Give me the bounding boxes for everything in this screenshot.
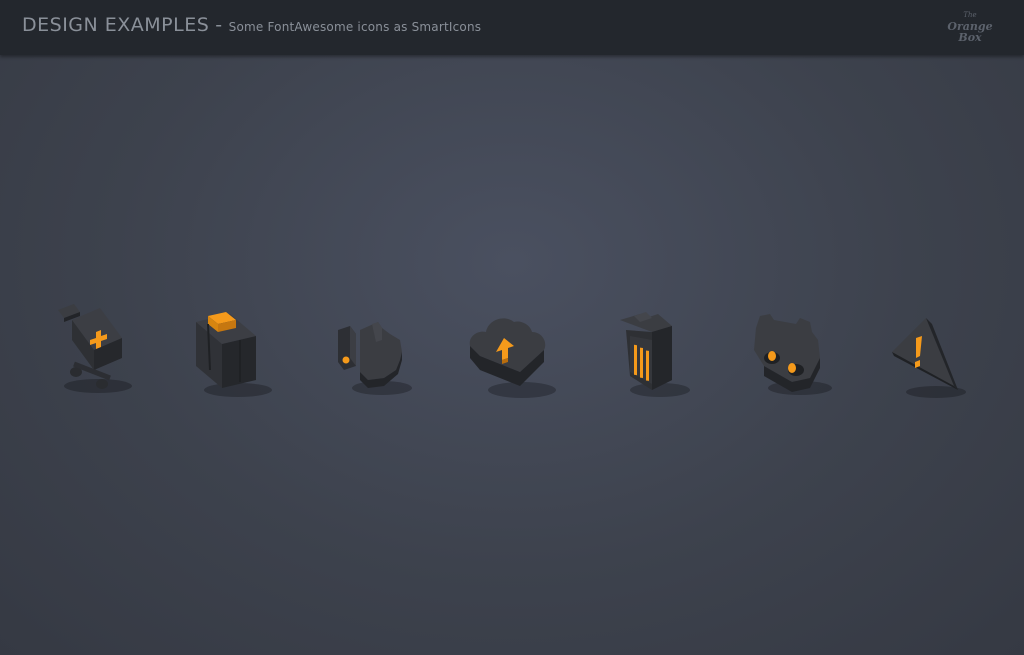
- page-title: DESIGN EXAMPLES - Some FontAwesome icons a…: [22, 14, 481, 36]
- page-title-text: DESIGN EXAMPLES: [22, 14, 210, 36]
- brand-logo: The Orange Box: [942, 11, 998, 44]
- trash-icon: [600, 300, 710, 410]
- gamepad-icon: [740, 300, 850, 410]
- briefcase-icon: [180, 300, 290, 410]
- canvas: DESIGN EXAMPLES - Some FontAwesome icons a…: [0, 0, 1024, 655]
- page-subtitle: Some FontAwesome icons as SmartIcons: [228, 20, 482, 34]
- top-bar: DESIGN EXAMPLES - Some FontAwesome icons a…: [0, 0, 1024, 55]
- cloud-upload-icon: [460, 300, 570, 410]
- thumbs-up-icon: [320, 300, 430, 410]
- title-separator: -: [215, 14, 223, 36]
- cart-plus-icon: [40, 300, 150, 410]
- logo-line-2: Orange Box: [947, 20, 993, 44]
- warning-icon: [880, 300, 990, 410]
- logo-line-1: The: [963, 11, 977, 19]
